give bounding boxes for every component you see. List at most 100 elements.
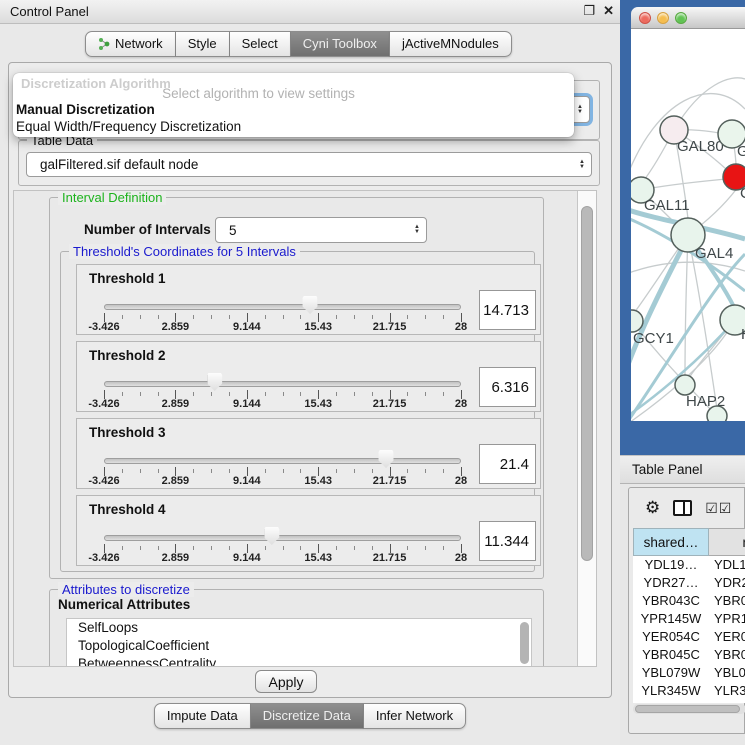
column-header-name[interactable]: n: [709, 528, 745, 556]
attributes-group: Attributes to discretize Numerical Attri…: [49, 589, 544, 667]
minimize-traffic-light-icon[interactable]: [657, 12, 669, 24]
tick-mark: [193, 546, 194, 550]
table-row[interactable]: YDR27… YDR2: [633, 574, 745, 592]
threshold-row: Threshold 1 -3.4262.8599.14415.4321.7152…: [76, 264, 541, 335]
tick-mark: [158, 469, 159, 473]
close-window-icon[interactable]: ✕: [603, 3, 614, 19]
number-of-intervals-label: Number of Intervals: [84, 222, 211, 237]
node-label: C: [740, 185, 745, 202]
network-node[interactable]: [675, 375, 695, 395]
tab-cyni-toolbox[interactable]: Cyni Toolbox: [291, 31, 390, 57]
tick-mark: [229, 392, 230, 396]
float-window-icon[interactable]: ❐: [583, 3, 595, 19]
horizontal-scrollbar-thumb[interactable]: [635, 705, 740, 713]
tick-mark: [425, 546, 426, 550]
table-row[interactable]: YBR043C YBR0: [633, 592, 745, 610]
number-of-intervals-value: 5: [229, 223, 237, 238]
table-row[interactable]: YPR145W YPR1: [633, 610, 745, 628]
list-scrollbar[interactable]: [520, 622, 529, 664]
slider-tick-labels: -3.4262.8599.14415.4321.71528: [104, 552, 461, 564]
threshold-slider[interactable]: -3.4262.8599.14415.4321.71528: [104, 526, 461, 564]
table-row[interactable]: YER054C YER0: [633, 628, 745, 646]
tick-mark: [443, 546, 444, 550]
popup-item-equal-width-frequency[interactable]: Equal Width/Frequency Discretization: [15, 119, 565, 135]
control-panel-window: Control Panel ❐ ✕ NetworkStyleSelectCyni…: [0, 0, 620, 745]
gear-icon[interactable]: ⚙: [645, 498, 660, 518]
threshold-slider[interactable]: -3.4262.8599.14415.4321.71528: [104, 295, 461, 333]
tab-label: Network: [115, 36, 163, 51]
threshold-slider[interactable]: -3.4262.8599.14415.4321.71528: [104, 372, 461, 410]
tab-network[interactable]: Network: [85, 31, 176, 57]
node-label: GA: [737, 143, 745, 160]
tick-mark: [265, 546, 266, 550]
slider-thumb[interactable]: [264, 527, 279, 545]
tick-label: 21.715: [373, 552, 407, 564]
column-layout-icon[interactable]: [673, 500, 692, 516]
tick-mark: [425, 469, 426, 473]
threshold-value-box[interactable]: 6.316: [479, 367, 536, 407]
threshold-value-box[interactable]: 11.344: [479, 521, 536, 561]
vertical-scrollbar[interactable]: [577, 191, 596, 667]
tick-label: 28: [455, 321, 467, 333]
table-data-combo[interactable]: galFiltered.sif default node ▲▼: [26, 152, 592, 177]
table-row[interactable]: YBR045C YBR0: [633, 646, 745, 664]
threshold-label: Threshold 4: [89, 502, 166, 517]
spinner-arrows-icon[interactable]: ▲▼: [579, 160, 585, 170]
zoom-traffic-light-icon[interactable]: [675, 12, 687, 24]
slider-track[interactable]: [104, 535, 461, 541]
threshold-value-box[interactable]: 14.713: [479, 290, 536, 330]
attribute-list-item[interactable]: SelfLoops: [67, 619, 531, 637]
popup-item-manual-discretization[interactable]: Manual Discretization: [15, 102, 565, 118]
tick-label: 2.859: [162, 475, 190, 487]
number-of-intervals-combo[interactable]: 5 ▲▼: [215, 217, 427, 243]
tab-label: Style: [188, 36, 217, 51]
tick-mark: [336, 469, 337, 473]
tab-discretize-data[interactable]: Discretize Data: [251, 703, 364, 729]
node-label: GAL80: [677, 138, 724, 155]
tick-mark: [211, 392, 212, 396]
numerical-attributes-list[interactable]: SelfLoopsTopologicalCoefficientBetweenne…: [66, 618, 532, 667]
network-node[interactable]: [707, 406, 727, 421]
tab-infer-network[interactable]: Infer Network: [364, 703, 466, 729]
tick-label: 2.859: [162, 552, 190, 564]
close-traffic-light-icon[interactable]: [639, 12, 651, 24]
slider-track[interactable]: [104, 458, 461, 464]
slider-thumb[interactable]: [207, 373, 222, 391]
tick-label: 9.144: [233, 398, 261, 410]
table-row[interactable]: YBL079W YBL0: [633, 664, 745, 682]
tick-mark: [425, 315, 426, 319]
spinner-arrows-icon[interactable]: ▲▼: [577, 105, 583, 115]
attribute-list-item[interactable]: TopologicalCoefficient: [67, 637, 531, 655]
cell-name: YBL0: [709, 664, 745, 682]
slider-thumb[interactable]: [303, 296, 318, 314]
cell-name: YDR2: [709, 574, 745, 592]
tick-mark: [229, 546, 230, 550]
tick-mark: [407, 469, 408, 473]
tab-impute-data[interactable]: Impute Data: [154, 703, 251, 729]
horizontal-scrollbar[interactable]: [633, 704, 745, 714]
checkbox-icons[interactable]: ☑☑: [705, 500, 732, 517]
attribute-list-item[interactable]: BetweennessCentrality: [67, 655, 531, 667]
thresholds-coordinates-label: Threshold's Coordinates for 5 Intervals: [69, 244, 300, 259]
tab-label: Select: [242, 36, 278, 51]
tab-label: jActiveMNodules: [402, 36, 499, 51]
network-canvas[interactable]: GAL80GACGAL11GAL4GCY1HHAP2: [631, 29, 745, 421]
slider-track[interactable]: [104, 304, 461, 310]
slider-thumb[interactable]: [379, 450, 394, 468]
vertical-scrollbar-thumb[interactable]: [581, 206, 593, 561]
tab-select[interactable]: Select: [230, 31, 291, 57]
table-row[interactable]: YIL052C YIL0: [633, 700, 745, 703]
tab-style[interactable]: Style: [176, 31, 230, 57]
column-header-shared-name[interactable]: shared…: [633, 528, 709, 556]
slider-track[interactable]: [104, 381, 461, 387]
threshold-value-box[interactable]: 21.4: [479, 444, 536, 484]
apply-button[interactable]: Apply: [255, 670, 317, 693]
threshold-slider[interactable]: -3.4262.8599.14415.4321.71528: [104, 449, 461, 487]
network-graph[interactable]: GAL80GACGAL11GAL4GCY1HHAP2: [631, 29, 745, 421]
table-row[interactable]: YDL19… YDL1: [633, 556, 745, 574]
tick-label: 15.43: [304, 398, 332, 410]
tick-label: 9.144: [233, 321, 261, 333]
table-row[interactable]: YLR345W YLR3: [633, 682, 745, 700]
spinner-arrows-icon[interactable]: ▲▼: [414, 225, 420, 235]
tab-jactivemnodules[interactable]: jActiveMNodules: [390, 31, 512, 57]
